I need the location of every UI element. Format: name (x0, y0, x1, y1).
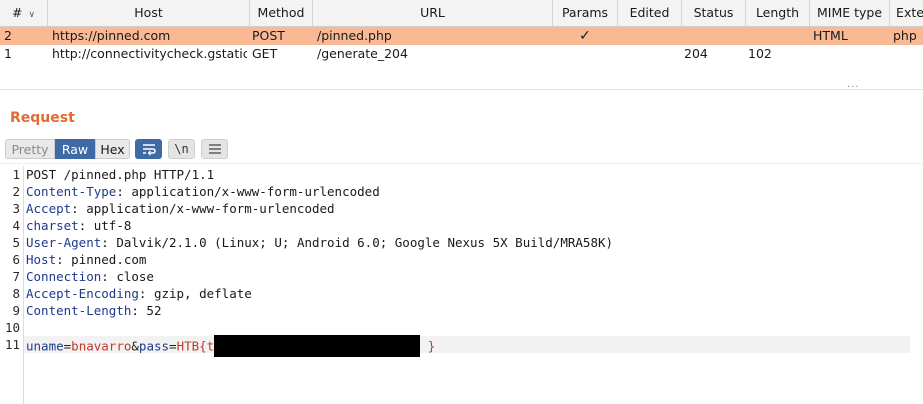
request-body-line: uname=bnavarro&pass=HTB{t } (26, 335, 436, 357)
cell-host: https://pinned.com (52, 28, 171, 43)
param-name-uname: uname (26, 338, 64, 354)
sort-caret-icon: ∨ (28, 10, 36, 20)
column-header-edited[interactable]: Edited (618, 0, 682, 26)
line-number: 9 (12, 303, 20, 318)
show-newlines-icon: \n (174, 142, 189, 156)
param-value-uname: bnavarro (71, 338, 132, 354)
header-line: charset: utf-8 (26, 218, 132, 233)
header-line: Content-Type: application/x-www-form-url… (26, 184, 380, 199)
http-history-table: # ∨ Host Method URL Params Edited Status … (0, 0, 923, 64)
cell-extension: php (893, 28, 917, 43)
redaction-box (214, 335, 421, 357)
header-value: application/x-www-form-urlencoded (123, 184, 380, 199)
param-value-pass-prefix: HTB{t (176, 338, 215, 354)
line-number: 11 (4, 337, 20, 352)
header-name: Content-Type (26, 184, 117, 199)
tab-pretty[interactable]: Pretty (5, 139, 55, 159)
request-line: POST /pinned.php HTTP/1.1 (26, 167, 215, 182)
params-check-icon: ✓ (579, 28, 591, 44)
wrap-lines-icon (142, 144, 156, 156)
line-number: 10 (4, 320, 20, 335)
header-line: Host: pinned.com (26, 252, 147, 267)
line-number: 1 (12, 167, 20, 182)
param-name-pass: pass (138, 338, 170, 354)
line-number: 4 (12, 218, 20, 233)
pane-splitter[interactable] (0, 89, 923, 94)
table-header: # ∨ Host Method URL Params Edited Status … (0, 0, 923, 27)
header-value: application/x-www-form-urlencoded (78, 201, 335, 216)
column-header-number[interactable]: # ∨ (0, 0, 48, 26)
cell-number: 2 (4, 28, 12, 43)
column-header-params[interactable]: Params (553, 0, 618, 26)
cell-status: 204 (684, 46, 708, 61)
cell-method: GET (252, 46, 278, 61)
line-number: 2 (12, 184, 20, 199)
editor-menu-button[interactable] (201, 139, 228, 159)
cell-method: POST (252, 28, 285, 43)
table-row[interactable]: 2 https://pinned.com POST /pinned.php ✓ … (0, 27, 923, 45)
raw-request-editor[interactable]: 1 POST /pinned.php HTTP/1.1 2 Content-Ty… (0, 166, 923, 404)
header-line: Connection: close (26, 269, 154, 284)
cell-number: 1 (4, 46, 12, 61)
header-name: User-Agent (26, 235, 102, 250)
column-header-length[interactable]: Length (746, 0, 810, 26)
cell-extension (893, 45, 923, 63)
show-newlines-button[interactable]: \n (168, 139, 195, 159)
cell-url: /pinned.php (317, 28, 392, 43)
line-number: 5 (12, 235, 20, 250)
header-name: charset (26, 218, 79, 233)
header-line: Content-Length: 52 (26, 303, 162, 318)
column-header-mime-type[interactable]: MIME type (810, 0, 890, 26)
header-value: pinned.com (63, 252, 147, 267)
param-value-pass-suffix: } (420, 338, 436, 354)
header-name: Host (26, 252, 57, 267)
column-header-host[interactable]: Host (48, 0, 250, 26)
header-value: Dalvik/2.1.0 (Linux; U; Android 6.0; Goo… (108, 235, 614, 250)
header-line: Accept-Encoding: gzip, deflate (26, 286, 252, 301)
cell-params (553, 45, 617, 63)
cell-length: 102 (748, 46, 772, 61)
column-header-extension[interactable]: Exte (890, 0, 923, 26)
cell-edited (621, 45, 681, 63)
column-header-status[interactable]: Status (682, 0, 746, 26)
header-value: close (108, 269, 154, 284)
cell-edited (621, 27, 681, 45)
line-number: 7 (12, 269, 20, 284)
tab-raw[interactable]: Raw (55, 139, 95, 159)
cell-mime-type: HTML (813, 28, 848, 43)
cell-status (684, 27, 744, 45)
line-number: 3 (12, 201, 20, 216)
toolbar-divider (0, 163, 923, 164)
gutter-divider (23, 166, 24, 404)
cell-host: http://connectivitycheck.gstatic.... (52, 46, 247, 61)
wrap-lines-button[interactable] (135, 139, 162, 159)
header-name: Content-Length (26, 303, 132, 318)
cell-mime-type (813, 45, 889, 63)
header-value: gzip, deflate (146, 286, 252, 301)
menu-icon (208, 144, 221, 154)
header-name: Accept (26, 201, 72, 216)
line-number: 6 (12, 252, 20, 267)
tab-hex[interactable]: Hex (95, 139, 130, 159)
cell-length (748, 27, 808, 45)
table-row[interactable]: 1 http://connectivitycheck.gstatic.... G… (0, 45, 923, 63)
column-header-method[interactable]: Method (250, 0, 313, 26)
request-panel-title: Request (10, 110, 75, 126)
column-header-url[interactable]: URL (313, 0, 553, 26)
header-name: Accept-Encoding (26, 286, 139, 301)
header-name: Connection (26, 269, 102, 284)
header-value: 52 (138, 303, 162, 318)
header-line: Accept: application/x-www-form-urlencode… (26, 201, 335, 216)
header-value: utf-8 (86, 218, 132, 233)
cell-url: /generate_204 (317, 46, 408, 61)
line-number: 8 (12, 286, 20, 301)
header-line: User-Agent: Dalvik/2.1.0 (Linux; U; Andr… (26, 235, 614, 250)
